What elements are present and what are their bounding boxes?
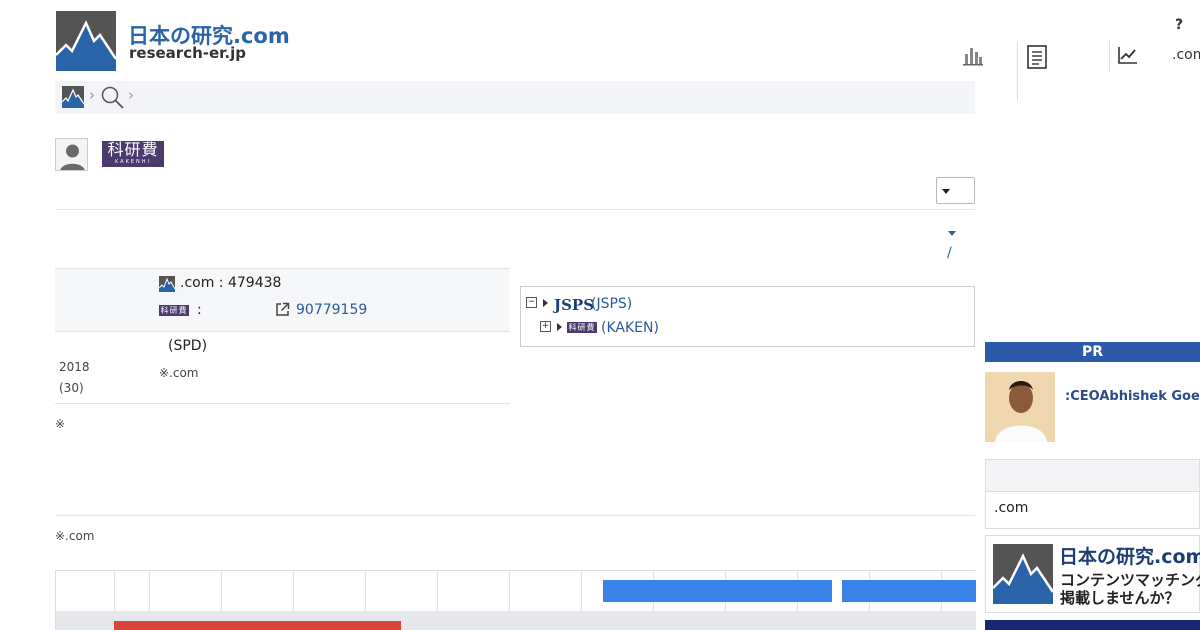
research-timeline xyxy=(55,570,976,630)
ad-text: 掲載しませんか？ xyxy=(1060,589,1180,607)
ad-title: 日本の研究.com xyxy=(1059,546,1200,568)
sidebar-com-label[interactable]: .com xyxy=(994,500,1028,516)
ad-banner-bottom xyxy=(985,620,1200,630)
breadcrumb xyxy=(55,81,975,114)
options-dropdown[interactable] xyxy=(936,177,975,204)
site-subtitle[interactable]: research-er.jp xyxy=(129,44,246,62)
divider xyxy=(55,209,975,210)
pr-header: PR xyxy=(985,342,1200,362)
help-link[interactable]: ? xyxy=(1175,17,1183,33)
site-mark-icon xyxy=(159,276,175,292)
position-label: (SPD) xyxy=(168,338,208,354)
expand-caret-icon[interactable] xyxy=(948,231,956,236)
info-row-position xyxy=(55,332,510,404)
divider xyxy=(55,515,975,516)
asterisk-note: ※ xyxy=(55,417,66,431)
expand-icon[interactable]: + xyxy=(540,321,551,332)
source-note: ※.com xyxy=(159,366,199,380)
kakenhi-logo[interactable]: 科研費 KAKENHI xyxy=(102,141,164,167)
kakenhi-logo-subtext: KAKENHI xyxy=(114,159,152,165)
site-researcher-id: .com : 479438 xyxy=(180,275,282,291)
timeline-bar[interactable] xyxy=(603,580,832,602)
document-icon[interactable] xyxy=(1027,45,1047,73)
timeline-bar[interactable] xyxy=(114,621,401,630)
line-chart-icon[interactable] xyxy=(1118,46,1138,68)
search-icon[interactable] xyxy=(101,86,124,113)
kakenhi-mini-logo: 科研費 xyxy=(159,305,189,316)
position-year-jp: (30) xyxy=(59,381,84,395)
kakenhi-logo-text: 科研費 xyxy=(107,140,159,159)
kaken-colon: : xyxy=(197,302,202,318)
nav-divider xyxy=(1017,41,1018,101)
collapse-icon[interactable]: − xyxy=(526,297,537,308)
user-icon xyxy=(55,138,88,171)
jsps-logo: JSPS xyxy=(554,296,595,314)
kaken-researcher-number-link[interactable]: 90779159 xyxy=(296,302,367,318)
position-year: 2018 xyxy=(59,360,90,374)
toggle-separator: / xyxy=(947,245,952,261)
bottom-note: ※.com xyxy=(55,529,95,543)
breadcrumb-separator-icon: › xyxy=(128,86,134,104)
breadcrumb-home-icon[interactable] xyxy=(62,86,84,108)
sidebar-box-header xyxy=(985,459,1200,492)
pr-photo[interactable] xyxy=(985,372,1055,442)
nav-divider xyxy=(1109,41,1110,71)
tree-item-kaken[interactable]: (KAKEN) xyxy=(601,320,659,336)
info-row-ids xyxy=(55,268,510,332)
triangle-right-icon[interactable] xyxy=(543,299,548,307)
bar-chart-icon[interactable] xyxy=(962,44,984,70)
site-logo-icon[interactable] xyxy=(56,11,116,71)
breadcrumb-separator-icon: › xyxy=(89,86,95,104)
ad-logo-icon xyxy=(993,544,1053,604)
timeline-bar[interactable] xyxy=(842,580,976,602)
caret-down-icon xyxy=(942,189,950,194)
pr-link[interactable]: :CEOAbhishek Goel xyxy=(1065,389,1200,404)
tree-item-jsps[interactable]: (JSPS) xyxy=(591,296,632,312)
external-link-icon[interactable] xyxy=(275,302,290,321)
kakenhi-mini-logo: 科研費 xyxy=(567,322,597,333)
nav-com-link[interactable]: .com xyxy=(1172,47,1200,63)
triangle-right-icon[interactable] xyxy=(557,323,562,331)
